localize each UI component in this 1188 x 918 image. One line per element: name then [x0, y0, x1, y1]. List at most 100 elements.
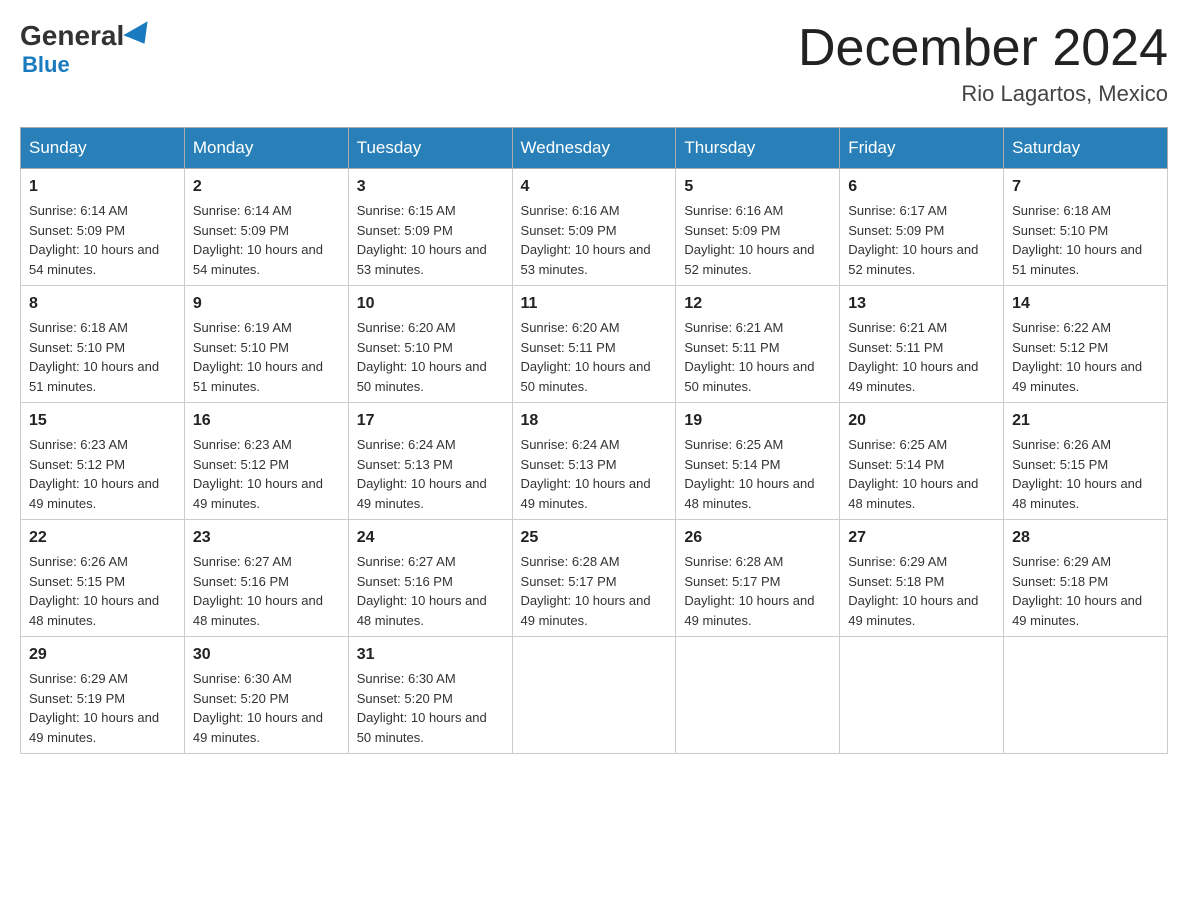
day-number: 26 [684, 526, 831, 550]
title-block: December 2024 Rio Lagartos, Mexico [798, 20, 1168, 107]
daylight-text: Daylight: 10 hours and 54 minutes. [29, 242, 159, 277]
week-row-4: 22 Sunrise: 6:26 AM Sunset: 5:15 PM Dayl… [21, 520, 1168, 637]
calendar-cell: 15 Sunrise: 6:23 AM Sunset: 5:12 PM Dayl… [21, 403, 185, 520]
sunrise-text: Sunrise: 6:28 AM [684, 554, 783, 569]
week-row-5: 29 Sunrise: 6:29 AM Sunset: 5:19 PM Dayl… [21, 637, 1168, 754]
day-number: 30 [193, 643, 340, 667]
daylight-text: Daylight: 10 hours and 49 minutes. [1012, 359, 1142, 394]
sunset-text: Sunset: 5:12 PM [29, 457, 125, 472]
day-number: 20 [848, 409, 995, 433]
day-number: 6 [848, 175, 995, 199]
sunset-text: Sunset: 5:20 PM [357, 691, 453, 706]
daylight-text: Daylight: 10 hours and 53 minutes. [357, 242, 487, 277]
sunrise-text: Sunrise: 6:26 AM [1012, 437, 1111, 452]
sunrise-text: Sunrise: 6:21 AM [684, 320, 783, 335]
calendar-table: Sunday Monday Tuesday Wednesday Thursday… [20, 127, 1168, 754]
daylight-text: Daylight: 10 hours and 49 minutes. [848, 593, 978, 628]
sunrise-text: Sunrise: 6:29 AM [1012, 554, 1111, 569]
logo-arrow-icon [124, 21, 157, 51]
sunrise-text: Sunrise: 6:17 AM [848, 203, 947, 218]
calendar-cell [1004, 637, 1168, 754]
sunrise-text: Sunrise: 6:25 AM [684, 437, 783, 452]
sunset-text: Sunset: 5:14 PM [848, 457, 944, 472]
daylight-text: Daylight: 10 hours and 49 minutes. [521, 593, 651, 628]
weekday-header-row: Sunday Monday Tuesday Wednesday Thursday… [21, 128, 1168, 169]
sunrise-text: Sunrise: 6:29 AM [848, 554, 947, 569]
sunrise-text: Sunrise: 6:23 AM [29, 437, 128, 452]
sunrise-text: Sunrise: 6:21 AM [848, 320, 947, 335]
daylight-text: Daylight: 10 hours and 49 minutes. [357, 476, 487, 511]
calendar-cell: 21 Sunrise: 6:26 AM Sunset: 5:15 PM Dayl… [1004, 403, 1168, 520]
day-number: 13 [848, 292, 995, 316]
calendar-cell: 8 Sunrise: 6:18 AM Sunset: 5:10 PM Dayli… [21, 286, 185, 403]
sunset-text: Sunset: 5:09 PM [29, 223, 125, 238]
header-sunday: Sunday [21, 128, 185, 169]
calendar-cell: 16 Sunrise: 6:23 AM Sunset: 5:12 PM Dayl… [184, 403, 348, 520]
sunset-text: Sunset: 5:10 PM [193, 340, 289, 355]
sunset-text: Sunset: 5:20 PM [193, 691, 289, 706]
calendar-cell [840, 637, 1004, 754]
sunset-text: Sunset: 5:19 PM [29, 691, 125, 706]
day-number: 24 [357, 526, 504, 550]
calendar-cell: 7 Sunrise: 6:18 AM Sunset: 5:10 PM Dayli… [1004, 169, 1168, 286]
day-number: 21 [1012, 409, 1159, 433]
sunrise-text: Sunrise: 6:26 AM [29, 554, 128, 569]
calendar-cell [512, 637, 676, 754]
sunset-text: Sunset: 5:15 PM [1012, 457, 1108, 472]
daylight-text: Daylight: 10 hours and 51 minutes. [1012, 242, 1142, 277]
calendar-cell: 28 Sunrise: 6:29 AM Sunset: 5:18 PM Dayl… [1004, 520, 1168, 637]
week-row-1: 1 Sunrise: 6:14 AM Sunset: 5:09 PM Dayli… [21, 169, 1168, 286]
day-number: 2 [193, 175, 340, 199]
logo: General Blue [20, 20, 156, 78]
sunset-text: Sunset: 5:11 PM [848, 340, 943, 355]
header-wednesday: Wednesday [512, 128, 676, 169]
sunrise-text: Sunrise: 6:27 AM [193, 554, 292, 569]
calendar-cell: 26 Sunrise: 6:28 AM Sunset: 5:17 PM Dayl… [676, 520, 840, 637]
day-number: 12 [684, 292, 831, 316]
day-number: 19 [684, 409, 831, 433]
sunset-text: Sunset: 5:15 PM [29, 574, 125, 589]
day-number: 10 [357, 292, 504, 316]
day-number: 27 [848, 526, 995, 550]
sunrise-text: Sunrise: 6:20 AM [357, 320, 456, 335]
sunset-text: Sunset: 5:09 PM [193, 223, 289, 238]
calendar-cell: 29 Sunrise: 6:29 AM Sunset: 5:19 PM Dayl… [21, 637, 185, 754]
sunset-text: Sunset: 5:13 PM [521, 457, 617, 472]
daylight-text: Daylight: 10 hours and 49 minutes. [29, 710, 159, 745]
sunset-text: Sunset: 5:16 PM [193, 574, 289, 589]
calendar-cell: 30 Sunrise: 6:30 AM Sunset: 5:20 PM Dayl… [184, 637, 348, 754]
sunset-text: Sunset: 5:10 PM [357, 340, 453, 355]
day-number: 31 [357, 643, 504, 667]
day-number: 4 [521, 175, 668, 199]
logo-general-text: General [20, 20, 124, 52]
sunset-text: Sunset: 5:16 PM [357, 574, 453, 589]
sunrise-text: Sunrise: 6:18 AM [1012, 203, 1111, 218]
calendar-cell: 25 Sunrise: 6:28 AM Sunset: 5:17 PM Dayl… [512, 520, 676, 637]
page-header: General Blue December 2024 Rio Lagartos,… [20, 20, 1168, 107]
sunrise-text: Sunrise: 6:19 AM [193, 320, 292, 335]
daylight-text: Daylight: 10 hours and 49 minutes. [684, 593, 814, 628]
daylight-text: Daylight: 10 hours and 50 minutes. [357, 359, 487, 394]
day-number: 18 [521, 409, 668, 433]
day-number: 28 [1012, 526, 1159, 550]
calendar-cell: 1 Sunrise: 6:14 AM Sunset: 5:09 PM Dayli… [21, 169, 185, 286]
calendar-cell: 10 Sunrise: 6:20 AM Sunset: 5:10 PM Dayl… [348, 286, 512, 403]
logo-blue-text: Blue [22, 52, 70, 78]
calendar-cell: 2 Sunrise: 6:14 AM Sunset: 5:09 PM Dayli… [184, 169, 348, 286]
daylight-text: Daylight: 10 hours and 48 minutes. [29, 593, 159, 628]
sunset-text: Sunset: 5:10 PM [1012, 223, 1108, 238]
sunrise-text: Sunrise: 6:14 AM [193, 203, 292, 218]
daylight-text: Daylight: 10 hours and 52 minutes. [848, 242, 978, 277]
sunset-text: Sunset: 5:13 PM [357, 457, 453, 472]
day-number: 5 [684, 175, 831, 199]
calendar-cell: 20 Sunrise: 6:25 AM Sunset: 5:14 PM Dayl… [840, 403, 1004, 520]
sunset-text: Sunset: 5:18 PM [848, 574, 944, 589]
calendar-cell: 27 Sunrise: 6:29 AM Sunset: 5:18 PM Dayl… [840, 520, 1004, 637]
daylight-text: Daylight: 10 hours and 48 minutes. [848, 476, 978, 511]
sunset-text: Sunset: 5:12 PM [1012, 340, 1108, 355]
day-number: 9 [193, 292, 340, 316]
week-row-2: 8 Sunrise: 6:18 AM Sunset: 5:10 PM Dayli… [21, 286, 1168, 403]
day-number: 22 [29, 526, 176, 550]
day-number: 14 [1012, 292, 1159, 316]
day-number: 25 [521, 526, 668, 550]
